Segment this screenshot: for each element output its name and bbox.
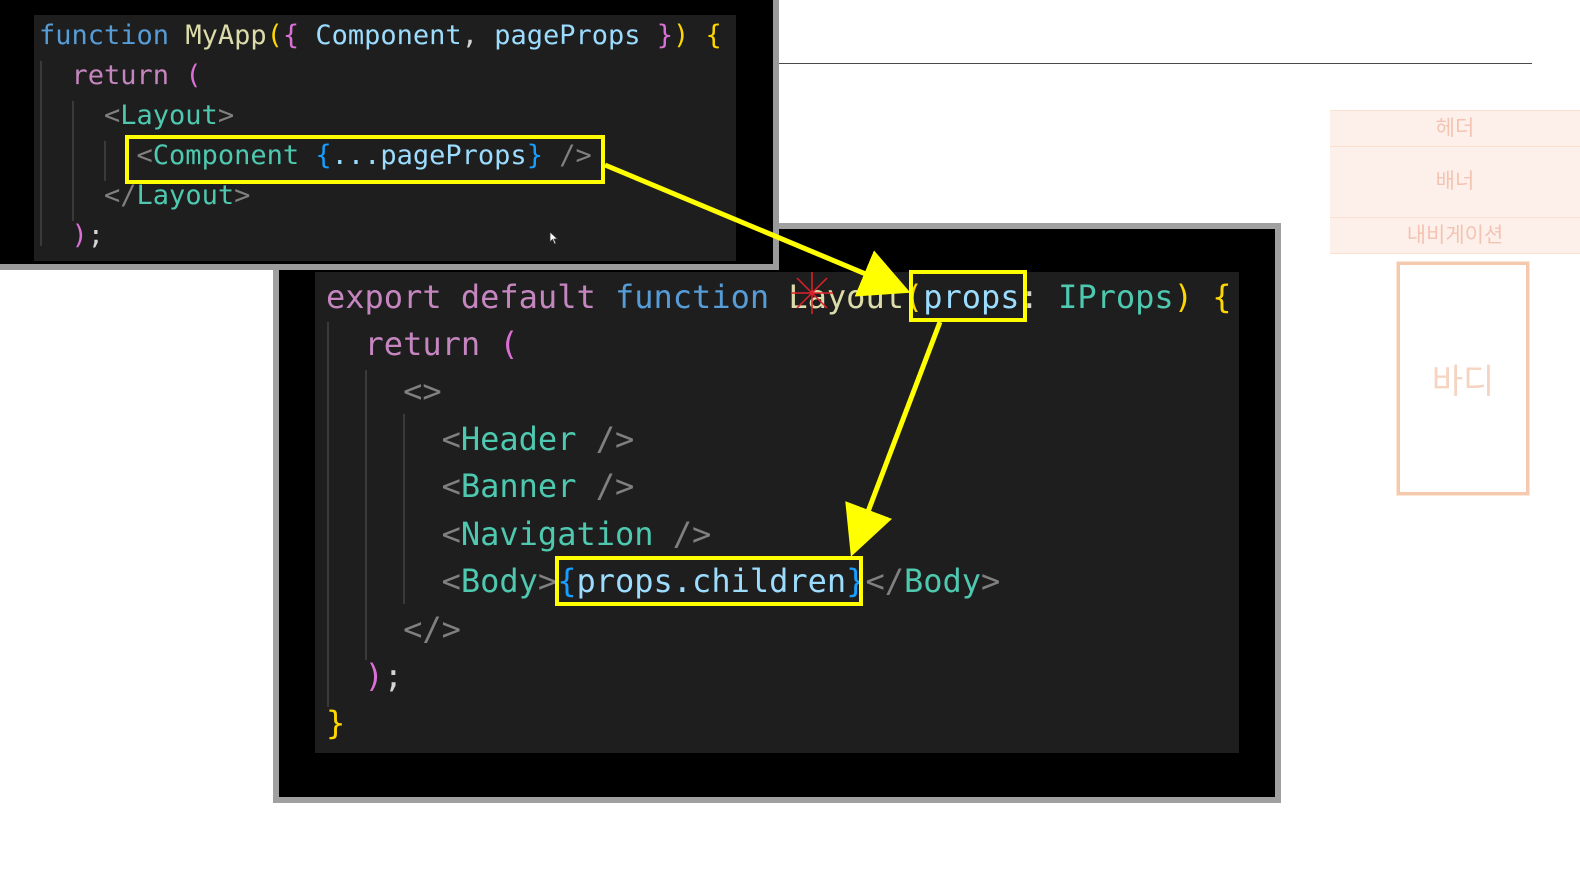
mouse-cursor-icon [549, 231, 559, 245]
flow-arrows [604, 162, 943, 557]
arrow-props-to-children [845, 321, 943, 557]
click-burst-icon [791, 272, 833, 314]
arrow-component-to-props [604, 162, 911, 297]
